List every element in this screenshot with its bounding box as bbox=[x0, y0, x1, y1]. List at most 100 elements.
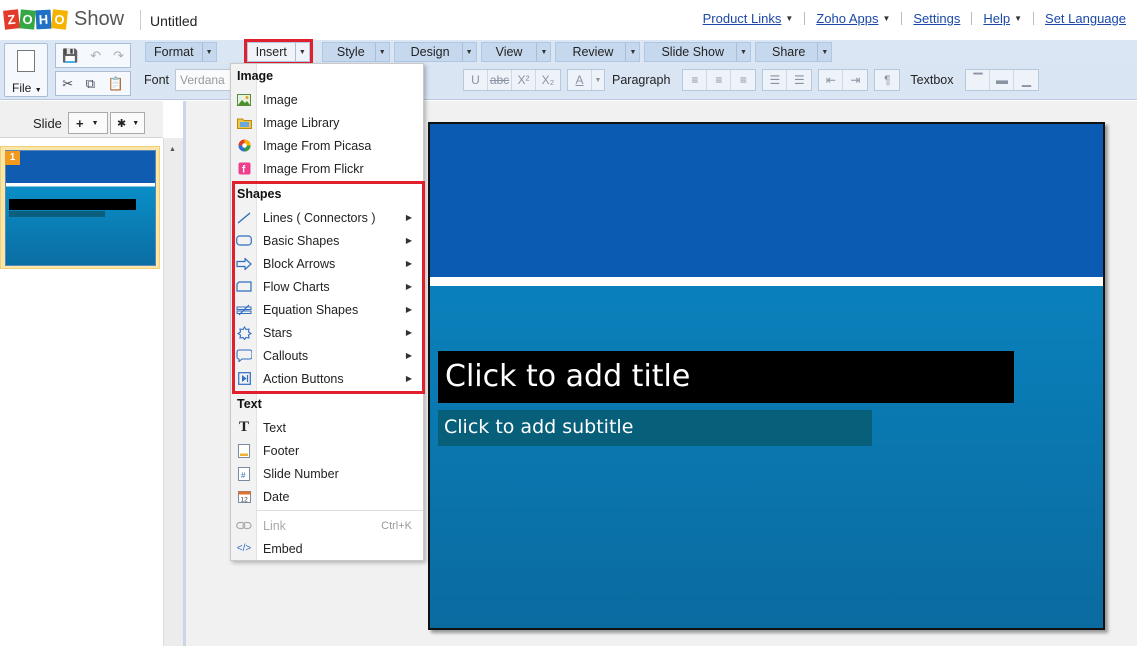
menu-section-text: Text bbox=[237, 397, 262, 411]
copy-icon[interactable]: ⧉ bbox=[86, 76, 95, 92]
slide-thumbnail[interactable] bbox=[0, 146, 160, 269]
menu-item-label: Stars bbox=[263, 325, 293, 340]
menu-item-date[interactable]: 12 Date bbox=[231, 485, 423, 508]
subscript-icon[interactable]: X₂ bbox=[536, 70, 560, 90]
menu-item-image-library[interactable]: Image Library bbox=[231, 111, 423, 134]
tab-label: Style bbox=[336, 45, 365, 59]
align-right-icon[interactable]: ≡ bbox=[731, 70, 755, 90]
font-color-icon[interactable]: A bbox=[568, 70, 593, 90]
textbox-middle-icon[interactable]: ▬ bbox=[990, 70, 1015, 90]
undo-icon[interactable]: ↶ bbox=[90, 48, 101, 64]
menu-item-basic-shapes[interactable]: Basic Shapes ▶ bbox=[231, 229, 423, 252]
chevron-down-icon[interactable]: ▼ bbox=[592, 70, 604, 90]
document-icon bbox=[17, 50, 35, 72]
title-placeholder[interactable]: Click to add title bbox=[438, 351, 1014, 403]
bulleted-list-icon[interactable]: ☰ bbox=[763, 70, 788, 90]
menu-item-equation-shapes[interactable]: Equation Shapes ▶ bbox=[231, 298, 423, 321]
zoho-logo[interactable]: Z O H O Show bbox=[3, 8, 124, 31]
slide-top-band bbox=[430, 124, 1103, 277]
menu-item-text[interactable]: T Text bbox=[231, 416, 423, 439]
menu-item-block-arrows[interactable]: Block Arrows ▶ bbox=[231, 252, 423, 275]
increase-indent-icon[interactable]: ⇥ bbox=[843, 70, 867, 90]
menu-item-image-from-picasa[interactable]: Image From Picasa bbox=[231, 134, 423, 157]
menu-item-label: Image From Flickr bbox=[263, 161, 364, 176]
scroll-up-icon[interactable]: ▲ bbox=[169, 146, 176, 153]
settings-link[interactable]: Settings bbox=[913, 11, 960, 26]
paste-icon[interactable]: 📋 bbox=[108, 76, 124, 92]
tab-review[interactable]: Review ▼ bbox=[555, 42, 641, 62]
chevron-right-icon: ▶ bbox=[405, 236, 412, 245]
set-language-link[interactable]: Set Language bbox=[1045, 11, 1126, 26]
menu-item-footer[interactable]: Footer bbox=[231, 439, 423, 462]
decrease-indent-icon[interactable]: ⇤ bbox=[819, 70, 844, 90]
chevron-down-icon: ▼ bbox=[91, 119, 99, 127]
save-icon[interactable]: 💾 bbox=[62, 48, 78, 64]
rounded-rectangle-icon bbox=[231, 235, 257, 246]
slide-label: Slide bbox=[33, 116, 62, 131]
menu-item-slide-number[interactable]: # Slide Number bbox=[231, 462, 423, 485]
cut-icon[interactable]: ✂ bbox=[62, 76, 73, 92]
divider bbox=[971, 12, 973, 25]
tab-view[interactable]: View ▼ bbox=[480, 42, 552, 62]
tab-slide-show[interactable]: Slide Show ▼ bbox=[644, 42, 751, 62]
chevron-down-icon[interactable]: ▼ bbox=[625, 43, 639, 61]
slide-editor[interactable]: Click to add title Click to add subtitle bbox=[428, 122, 1105, 630]
tab-insert[interactable]: Insert ▼ bbox=[243, 39, 313, 65]
tab-style[interactable]: Style ▼ bbox=[321, 42, 390, 62]
logo-letter-o: O bbox=[19, 9, 36, 30]
help-link[interactable]: Help bbox=[983, 11, 1010, 26]
zoho-apps-link[interactable]: Zoho Apps bbox=[816, 11, 878, 26]
redo-icon[interactable]: ↷ bbox=[113, 48, 124, 64]
slide-settings-button[interactable]: ✱ ▼ bbox=[110, 112, 145, 134]
file-menu-button[interactable]: File ▼ bbox=[4, 43, 48, 97]
textbox-bottom-icon[interactable]: ▁ bbox=[1014, 70, 1038, 90]
block-arrow-icon bbox=[231, 257, 257, 270]
menu-item-image[interactable]: Image bbox=[231, 88, 423, 111]
chevron-down-icon[interactable]: ▼ bbox=[736, 43, 750, 61]
menu-item-action-buttons[interactable]: Action Buttons ▶ bbox=[231, 367, 423, 390]
product-links-link[interactable]: Product Links bbox=[703, 11, 782, 26]
menu-item-label: Link bbox=[263, 518, 286, 533]
menu-item-link[interactable]: Link Ctrl+K bbox=[231, 514, 423, 537]
menu-item-flow-charts[interactable]: Flow Charts ▶ bbox=[231, 275, 423, 298]
chevron-down-icon[interactable]: ▼ bbox=[294, 43, 309, 61]
tab-label: Insert bbox=[255, 45, 287, 59]
underline-icon[interactable]: U bbox=[464, 70, 489, 90]
menu-item-stars[interactable]: Stars ▶ bbox=[231, 321, 423, 344]
chevron-down-icon[interactable]: ▼ bbox=[201, 43, 216, 61]
font-select[interactable]: Verdana bbox=[175, 69, 238, 91]
strikethrough-icon[interactable]: abc bbox=[488, 70, 513, 90]
menu-item-label: Equation Shapes bbox=[263, 302, 359, 317]
menu-item-callouts[interactable]: Callouts ▶ bbox=[231, 344, 423, 367]
tab-share[interactable]: Share ▼ bbox=[755, 42, 833, 62]
indent-group: ⇤ ⇥ bbox=[818, 69, 869, 91]
chevron-down-icon[interactable]: ▼ bbox=[536, 43, 550, 61]
paragraph-icon[interactable]: ¶ bbox=[875, 70, 899, 90]
align-left-icon[interactable]: ≡ bbox=[683, 70, 708, 90]
menu-item-label: Block Arrows bbox=[263, 256, 336, 271]
thumbnail-scrollbar[interactable]: ▲ bbox=[163, 138, 183, 646]
tab-design[interactable]: Design ▼ bbox=[393, 42, 477, 62]
chevron-down-icon[interactable]: ▼ bbox=[374, 43, 389, 61]
top-links: Product Links ▼ Zoho Apps ▼ Settings Help ▼… bbox=[703, 11, 1126, 26]
equation-icon bbox=[231, 304, 257, 316]
menu-item-lines-connectors[interactable]: Lines ( Connectors ) ▶ bbox=[231, 206, 423, 229]
image-icon bbox=[231, 93, 257, 106]
document-title[interactable]: Untitled bbox=[150, 13, 197, 29]
superscript-icon[interactable]: X² bbox=[512, 70, 537, 90]
subtitle-placeholder[interactable]: Click to add subtitle bbox=[438, 410, 872, 446]
numbered-list-icon[interactable]: ☰ bbox=[787, 70, 811, 90]
textbox-label: Textbox bbox=[910, 73, 954, 87]
align-center-icon[interactable]: ≡ bbox=[707, 70, 732, 90]
chevron-down-icon[interactable]: ▼ bbox=[817, 43, 831, 61]
textbox-top-icon[interactable]: ▔ bbox=[966, 70, 991, 90]
tab-format[interactable]: Format ▼ bbox=[145, 42, 217, 62]
menu-item-image-from-flickr[interactable]: f Image From Flickr bbox=[231, 157, 423, 180]
callout-icon bbox=[231, 349, 257, 362]
chevron-down-icon[interactable]: ▼ bbox=[461, 43, 476, 61]
add-slide-button[interactable]: + ▼ bbox=[68, 112, 108, 134]
menu-item-embed[interactable]: </> Embed bbox=[231, 537, 423, 560]
chevron-down-icon: ▼ bbox=[34, 87, 42, 94]
slide-white-stripe bbox=[430, 277, 1103, 286]
chevron-down-icon: ▼ bbox=[132, 119, 140, 127]
